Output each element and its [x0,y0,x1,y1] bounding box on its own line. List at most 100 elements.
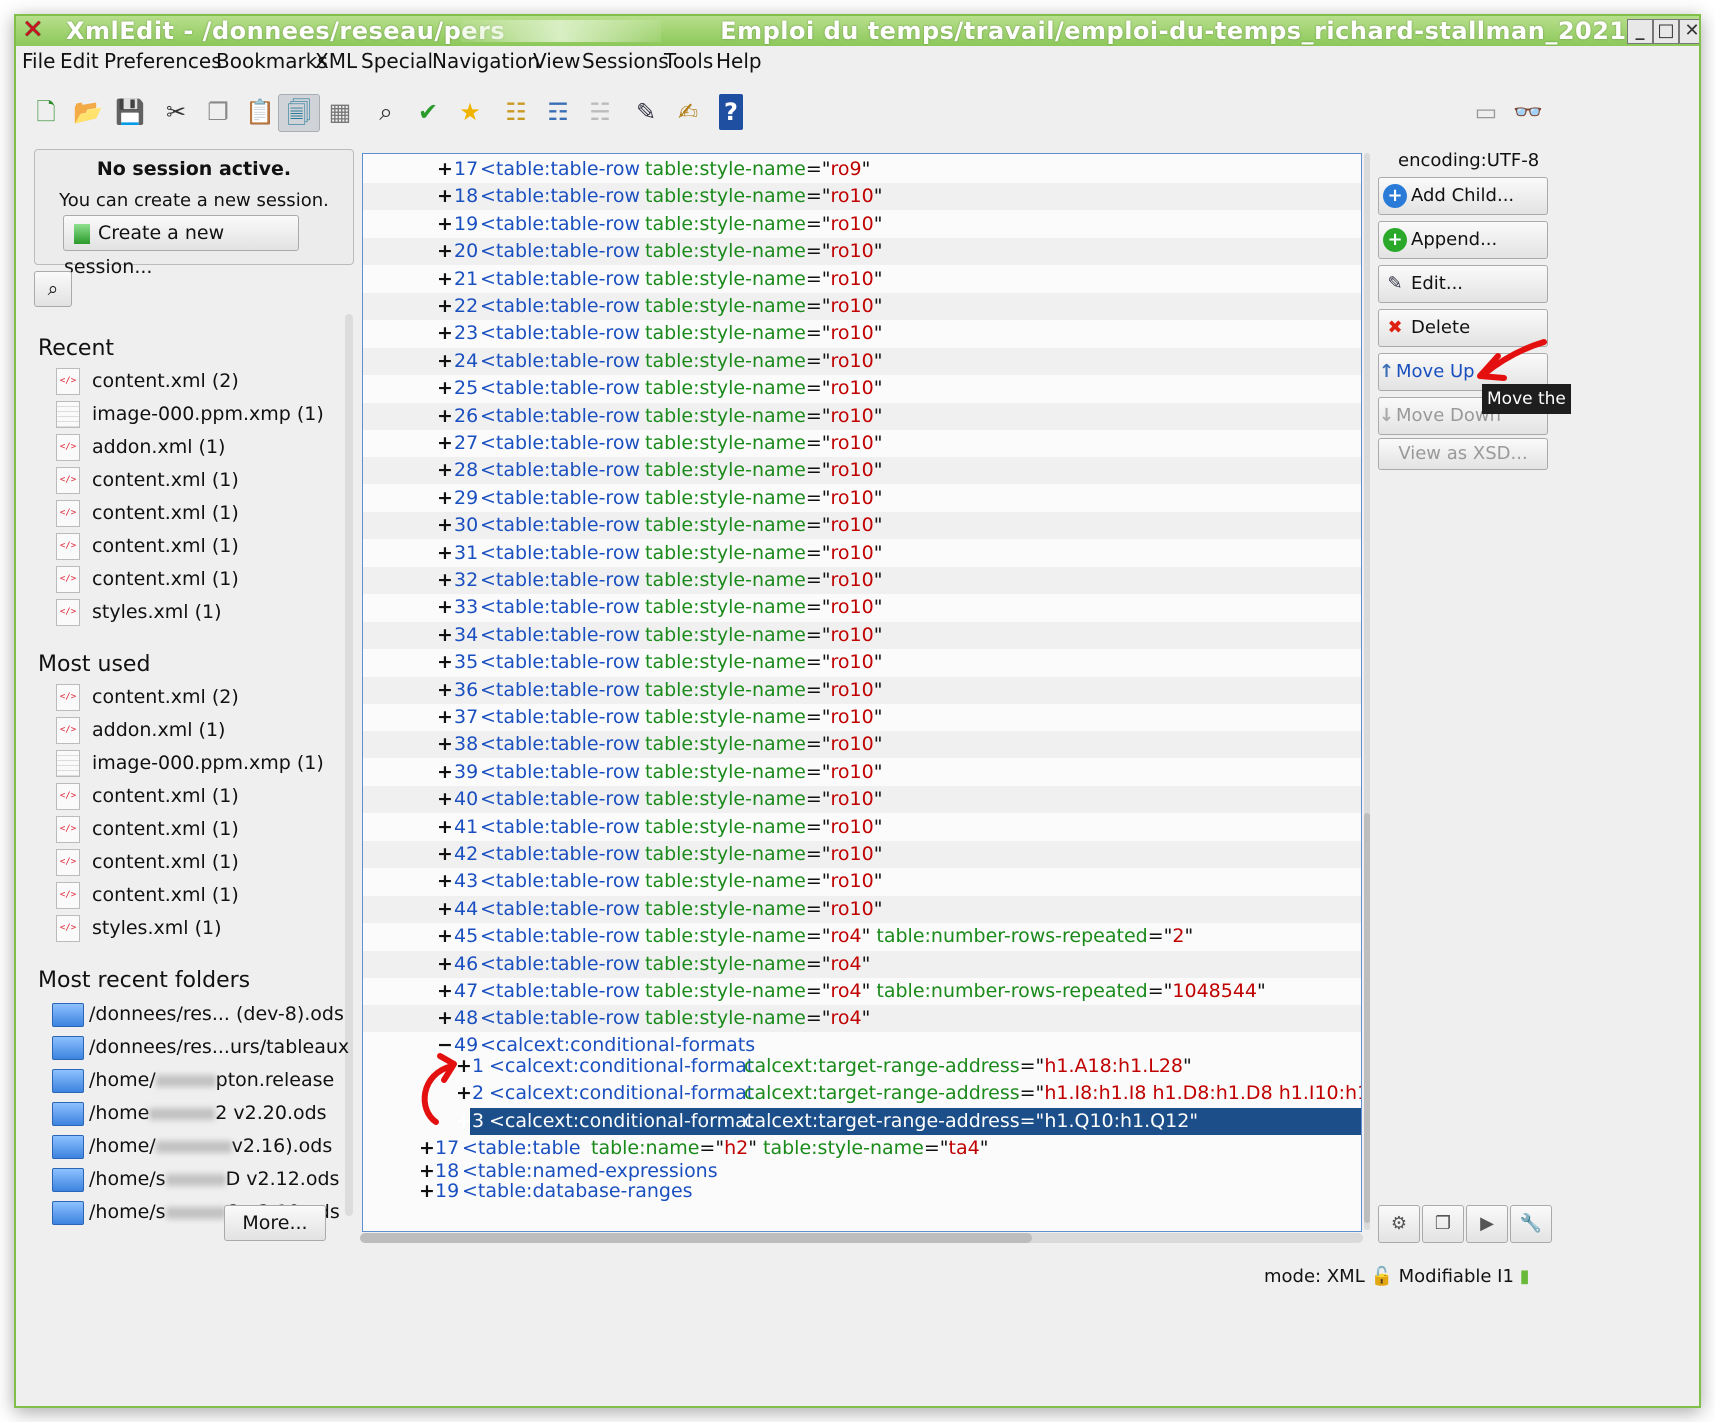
append-button[interactable]: + Append... [1378,221,1548,259]
more-button[interactable]: More... [224,1205,326,1241]
folder-item[interactable]: /home 2 v2.20.ods [52,1098,327,1128]
open-file-icon[interactable]: 📂 [68,94,108,130]
expand-toggle[interactable]: + [437,868,453,895]
layout-icon[interactable]: ▭ [1466,94,1506,130]
tree-row[interactable]: +28 <table:table-row table:style-name="ro1… [363,457,1361,485]
expand-toggle[interactable]: + [437,183,453,210]
tree-row[interactable]: +42 <table:table-row table:style-name="ro1… [363,841,1361,868]
menu-sessions[interactable]: Sessions [582,46,669,76]
tree-row[interactable]: +18 <table:table-row table:style-name="ro1… [363,183,1361,211]
folder-item[interactable]: /donnees/res... (dev-8).ods [52,999,344,1029]
folder-item[interactable]: /home/s D v2.12.ods [52,1164,339,1194]
tree-row[interactable]: +48 <table:table-row table:style-name="ro4… [363,1005,1361,1033]
tree-row[interactable]: +21 <table:table-row table:style-name="ro1… [363,266,1361,293]
expand-toggle[interactable]: + [437,814,453,841]
tree-row[interactable]: +46 <table:table-row table:style-name="ro4… [363,950,1361,978]
folder-item[interactable]: /donnees/res...urs/tableaux [52,1032,349,1062]
minimize-button[interactable]: _ [1627,19,1653,44]
file-item[interactable]: </> content.xml (1) [56,781,239,811]
expand-toggle[interactable]: + [437,896,453,923]
menu-edit[interactable]: Edit [60,46,99,76]
tree-row[interactable]: +44 <table:table-row table:style-name="ro1… [363,895,1361,923]
menu-view[interactable]: View [533,46,580,76]
cut-icon[interactable]: ✂ [156,94,196,130]
tree-row[interactable]: +33 <table:table-row table:style-name="ro1… [363,594,1361,621]
tree-row[interactable]: +27 <table:table-row table:style-name="ro1… [363,430,1361,457]
expand-toggle[interactable]: + [437,978,453,1005]
insert-disabled-icon[interactable]: ☵ [580,94,620,130]
copy-icon[interactable]: ❐ [198,94,238,130]
session-search-button[interactable]: ⌕ [34,271,72,307]
table-view-icon[interactable]: ▦ [320,94,360,130]
expand-toggle[interactable]: + [437,759,453,786]
file-item[interactable]: image-000.ppm.xmp (1) [56,748,324,778]
tree-row[interactable]: +17 <table:table-row table:style-name="ro9… [363,156,1361,183]
edit-button[interactable]: ✎ Edit... [1378,265,1548,303]
expand-toggle[interactable]: + [437,731,453,758]
close-button[interactable]: ✕ [1679,19,1699,44]
tree-row[interactable]: +29 <table:table-row table:style-name="ro1… [363,485,1361,512]
file-item[interactable]: </> content.xml (1) [56,880,239,910]
view-as-xsd-button[interactable]: View as XSD... [1378,438,1548,470]
expand-toggle[interactable]: + [437,211,453,238]
expand-toggle[interactable]: + [437,841,453,868]
xml-tree-view[interactable]: +17 <table:table-row table:style-name="ro9… [362,153,1362,1232]
tree-row[interactable]: +36 <table:table-row table:style-name="ro1… [363,676,1361,704]
tree-row[interactable]: +43 <table:table-row table:style-name="ro1… [363,868,1361,895]
menu-tools[interactable]: Tools [664,46,713,76]
add-child-button[interactable]: + Add Child... [1378,177,1548,215]
menu-xml[interactable]: XML [315,46,357,76]
tree-row[interactable]: +39 <table:table-row table:style-name="ro1… [363,759,1361,786]
tree-row[interactable]: +47 <table:table-row table:style-name="ro4… [363,978,1361,1005]
expand-toggle[interactable]: + [437,540,453,567]
expand-toggle[interactable]: + [437,266,453,293]
expand-toggle[interactable]: + [437,704,453,731]
expand-toggle[interactable]: + [437,430,453,457]
maximize-button[interactable]: □ [1653,19,1679,44]
tree-row[interactable]: +37 <table:table-row table:style-name="ro1… [363,704,1361,731]
menu-help[interactable]: Help [716,46,762,76]
tree-row[interactable]: +22 <table:table-row table:style-name="ro1… [363,293,1361,320]
search-binoculars-icon[interactable]: 👓 [1508,94,1548,130]
tree-row[interactable]: +19 <table:table-row table:style-name="ro1… [363,211,1361,238]
file-item[interactable]: </> addon.xml (1) [56,432,225,462]
bookmark-star-icon[interactable]: ★ [450,94,490,130]
tree-row[interactable]: +38 <table:table-row table:style-name="ro1… [363,731,1361,759]
tree-row[interactable]: +3 <calcext:conditional-format calcext:tar… [456,1107,1361,1135]
tree-view-icon[interactable]: 🗐 [278,94,320,132]
xsd-icon[interactable]: ✍ [668,94,708,130]
expand-toggle[interactable]: + [437,457,453,484]
left-scrollbar[interactable] [345,314,353,1216]
tree-row[interactable]: +32 <table:table-row table:style-name="ro1… [363,567,1361,594]
tree-row[interactable]: +31 <table:table-row table:style-name="ro1… [363,540,1361,567]
tree-row[interactable]: +23 <table:table-row table:style-name="ro1… [363,320,1361,347]
create-session-button[interactable]: Create a new session... [63,215,299,278]
file-item[interactable]: </> content.xml (1) [56,531,239,561]
horizontal-scroll-thumb[interactable] [360,1233,1032,1243]
file-item[interactable]: </> styles.xml (1) [56,913,221,943]
tree-row[interactable]: +41 <table:table-row table:style-name="ro1… [363,814,1361,841]
expand-toggle[interactable]: + [437,156,453,183]
save-icon[interactable]: 💾 [110,94,150,130]
tree-row[interactable]: +20 <table:table-row table:style-name="ro1… [363,238,1361,266]
wrench-icon[interactable]: 🔧 [1510,1205,1552,1243]
file-item[interactable]: </> content.xml (1) [56,564,239,594]
expand-toggle[interactable]: + [437,622,453,649]
expand-toggle[interactable]: + [437,375,453,402]
tree-vertical-scrollbar[interactable] [1362,153,1372,1230]
tools-icon-1[interactable]: ⚙ [1378,1205,1420,1243]
find-icon[interactable]: ⌕ [366,94,406,130]
new-file-icon[interactable]: 🗋 [26,94,66,130]
tree-row[interactable]: +34 <table:table-row table:style-name="ro1… [363,621,1361,649]
run-icon[interactable]: ▶ [1466,1205,1508,1243]
file-item[interactable]: </> content.xml (1) [56,498,239,528]
insert-child-icon[interactable]: ☷ [496,94,536,130]
expand-toggle[interactable]: + [437,677,453,704]
tree-row[interactable]: +1 <calcext:conditional-format calcext:tar… [363,1053,1361,1080]
tree-row[interactable]: +45 <table:table-row table:style-name="ro4… [363,923,1361,950]
menu-navigation[interactable]: Navigation [432,46,540,76]
file-item[interactable]: </> content.xml (2) [56,682,239,712]
expand-toggle[interactable]: + [437,649,453,676]
menu-preferences[interactable]: Preferences [104,46,222,76]
expand-toggle[interactable]: + [437,485,453,512]
